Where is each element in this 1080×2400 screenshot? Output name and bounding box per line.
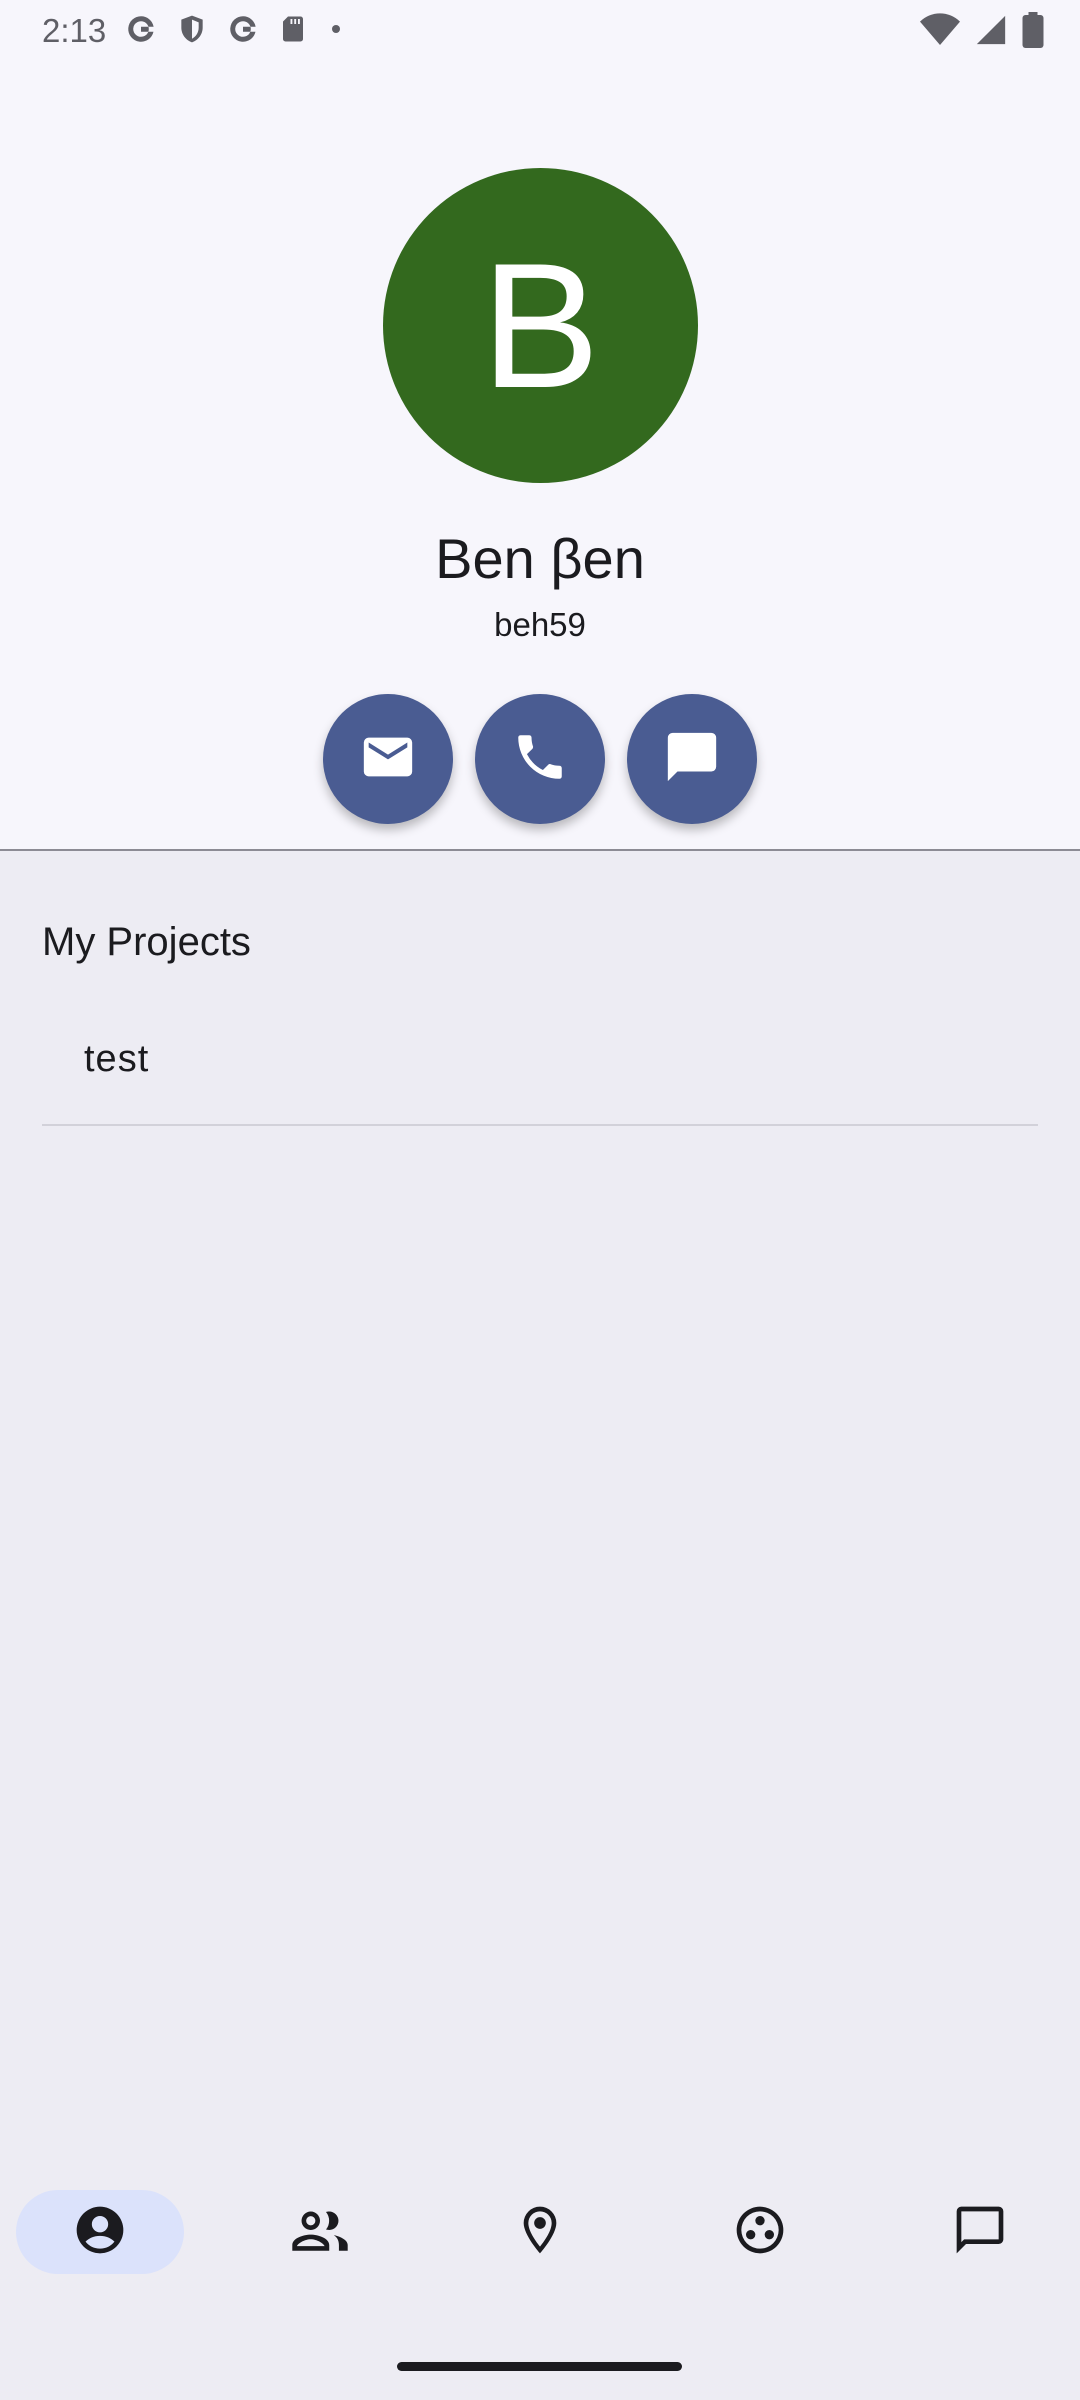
- profile-username: beh59: [494, 606, 586, 643]
- nav-item-profile[interactable]: [16, 2190, 184, 2274]
- avatar[interactable]: B: [383, 168, 698, 483]
- projects-icon: [732, 2202, 788, 2263]
- account-circle-icon: [72, 2202, 128, 2263]
- google-icon: [124, 12, 158, 46]
- message-button[interactable]: [627, 694, 757, 824]
- projects-title: My Projects: [42, 920, 251, 964]
- wifi-icon: [920, 13, 960, 47]
- nav-item-people[interactable]: [236, 2190, 404, 2274]
- nav-item-chat[interactable]: [896, 2190, 1064, 2274]
- email-button[interactable]: [323, 694, 453, 824]
- phone-button[interactable]: [475, 694, 605, 824]
- status-icons-right: [920, 12, 1044, 48]
- bottom-nav: [0, 2170, 1080, 2290]
- list-item[interactable]: test: [42, 1002, 1038, 1126]
- location-pin-icon: [512, 2202, 568, 2263]
- sd-card-icon: [278, 12, 308, 46]
- dot-icon: [326, 12, 346, 46]
- people-icon: [290, 2202, 350, 2263]
- google-icon: [226, 12, 260, 46]
- home-indicator[interactable]: [397, 2362, 682, 2371]
- status-time: 2:13: [42, 12, 107, 49]
- signal-icon: [974, 13, 1008, 47]
- chat-bubble-icon: [952, 2202, 1008, 2263]
- phone-icon: [511, 728, 569, 791]
- status-icons-left: [124, 12, 346, 46]
- project-name: test: [84, 1038, 150, 1080]
- shield-icon: [176, 12, 208, 46]
- battery-icon: [1022, 12, 1044, 48]
- nav-item-projects[interactable]: [676, 2190, 844, 2274]
- nav-item-location[interactable]: [456, 2190, 624, 2274]
- message-icon: [663, 728, 721, 791]
- email-icon: [359, 728, 417, 791]
- profile-header: B Ben βen beh59: [0, 64, 1080, 851]
- status-bar: 2:13: [0, 0, 1080, 64]
- profile-name: Ben βen: [435, 527, 645, 590]
